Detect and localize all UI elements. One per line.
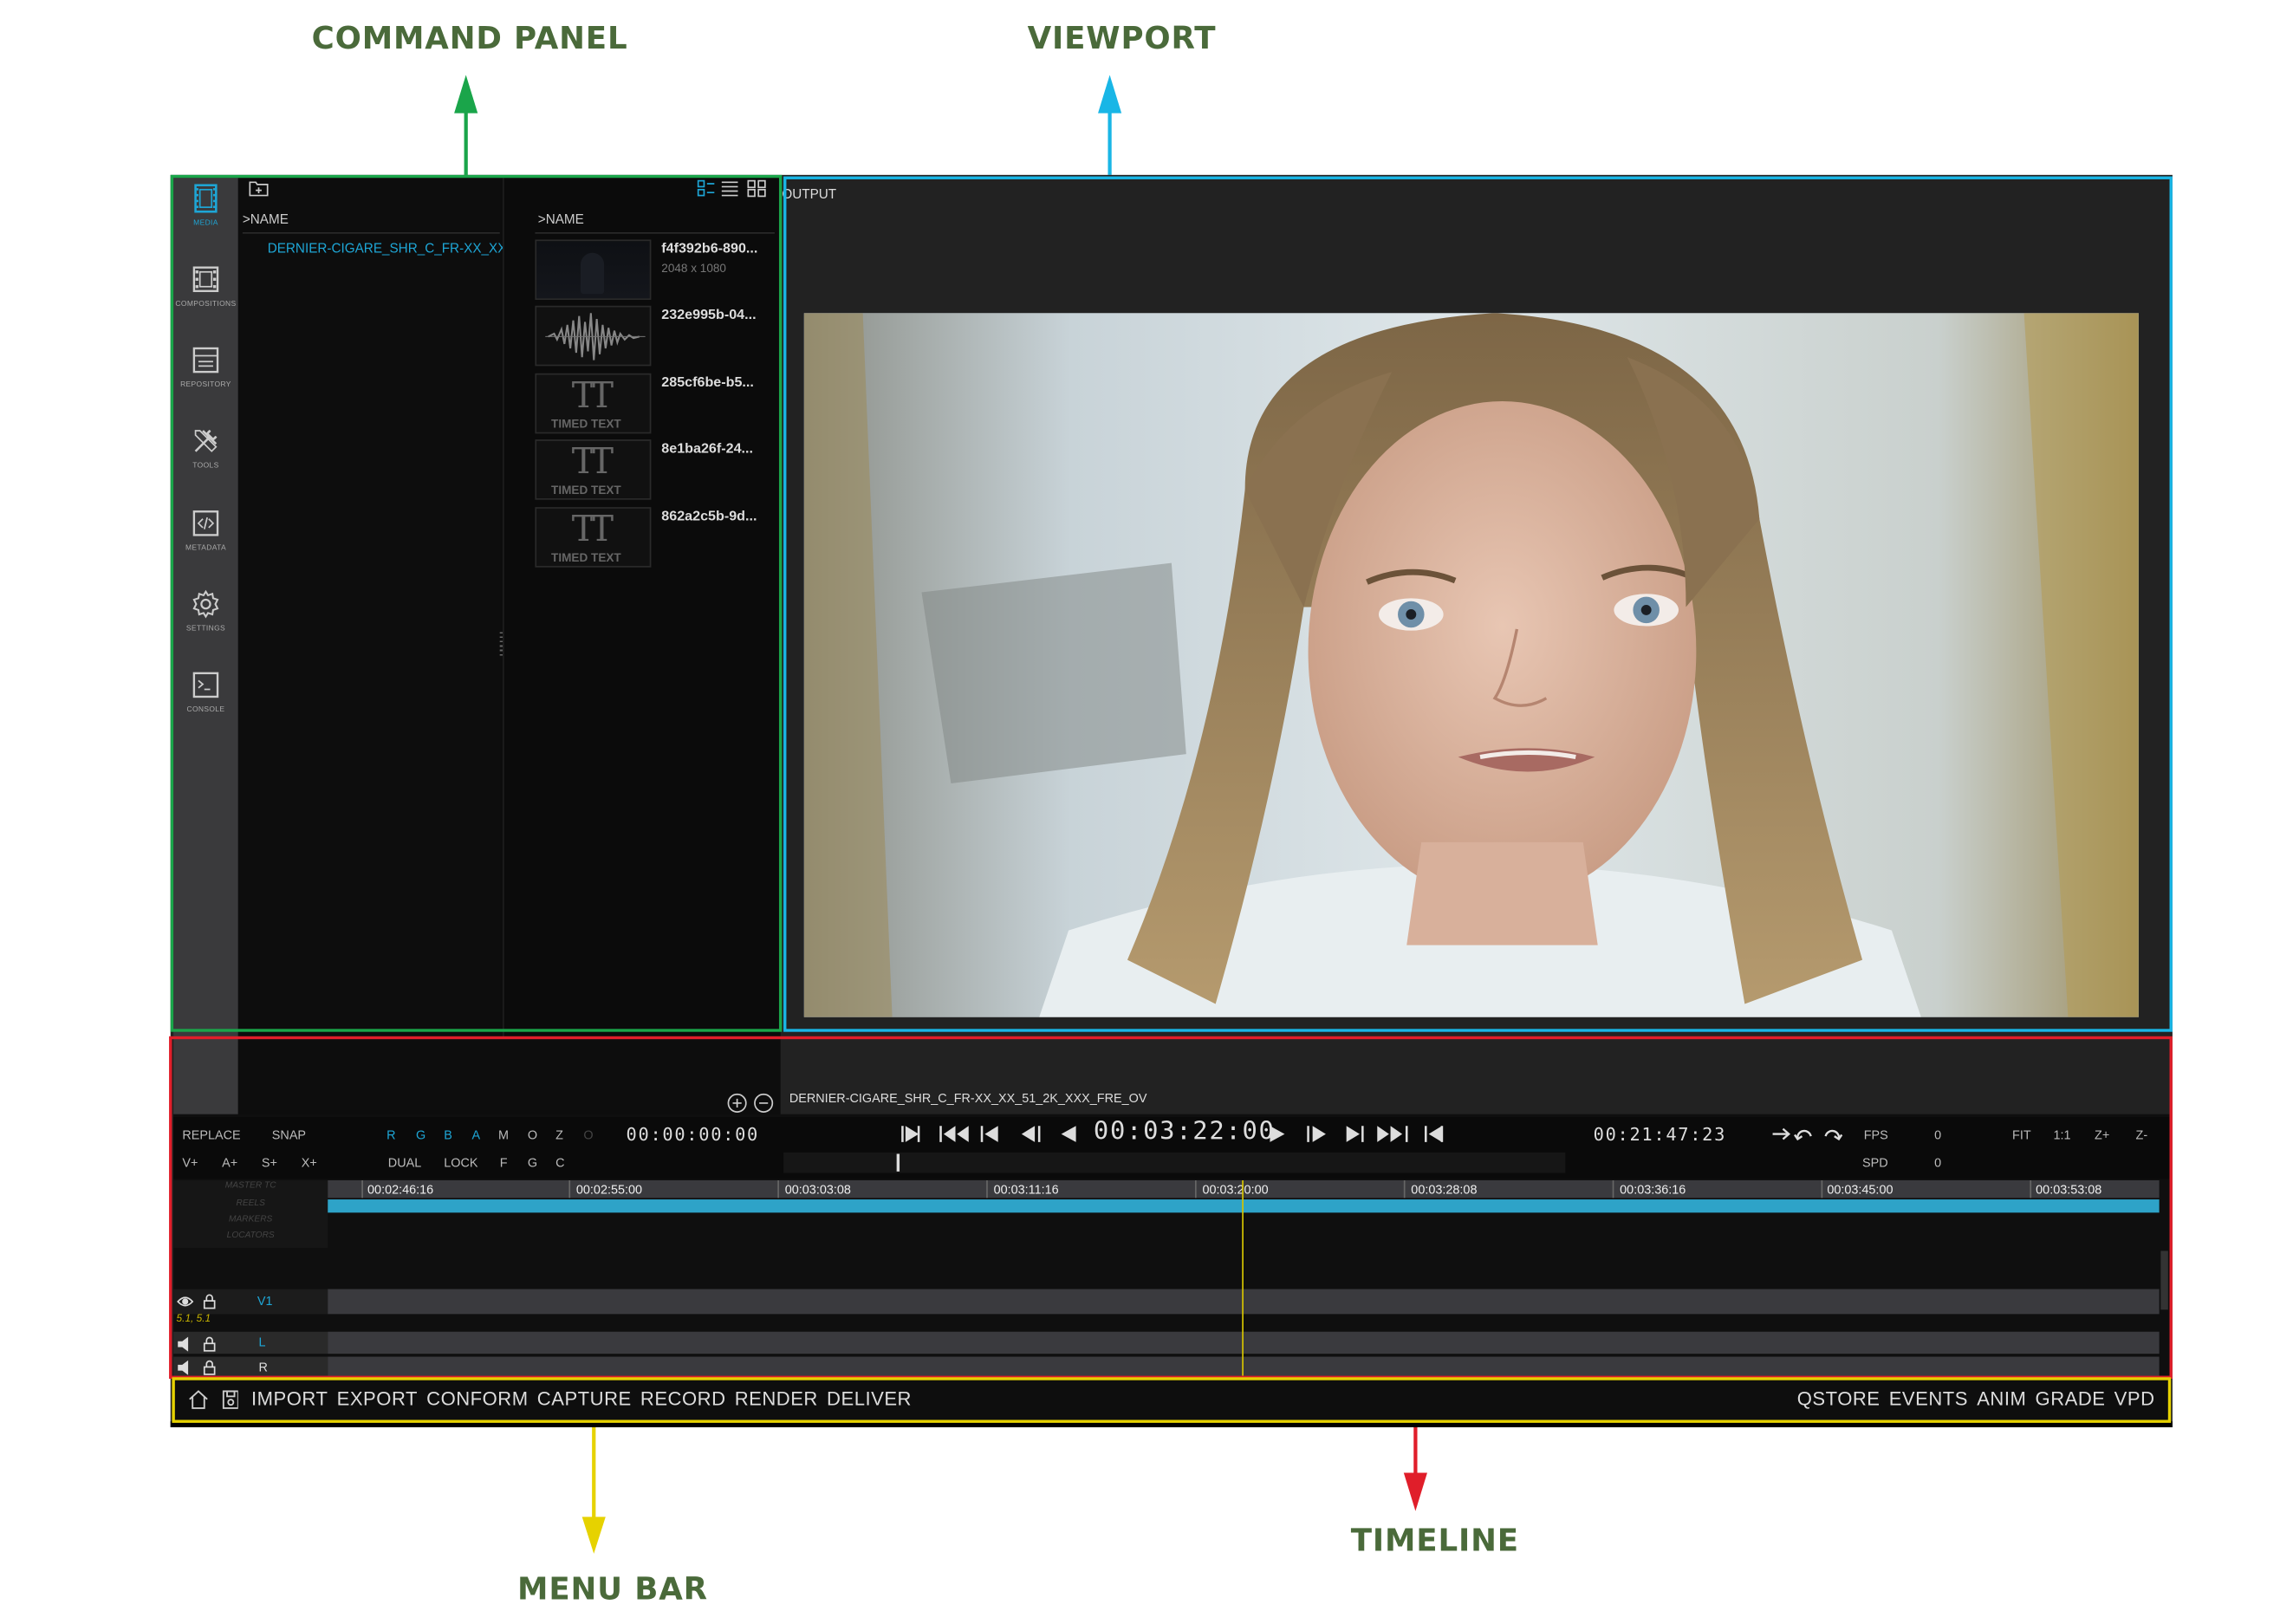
annotated-screenshot: COMMAND PANEL VIEWPORT MENU BAR TIMELINE… — [0, 0, 2293, 1624]
arrow-viewport — [1098, 75, 1122, 175]
viewport-frame — [783, 176, 2173, 1032]
arrow-menu-bar — [581, 1422, 606, 1554]
timeline-frame — [169, 1036, 2173, 1379]
command-panel-frame — [170, 174, 783, 1032]
arrow-command-panel — [454, 75, 478, 175]
menu-bar-frame — [172, 1377, 2172, 1423]
